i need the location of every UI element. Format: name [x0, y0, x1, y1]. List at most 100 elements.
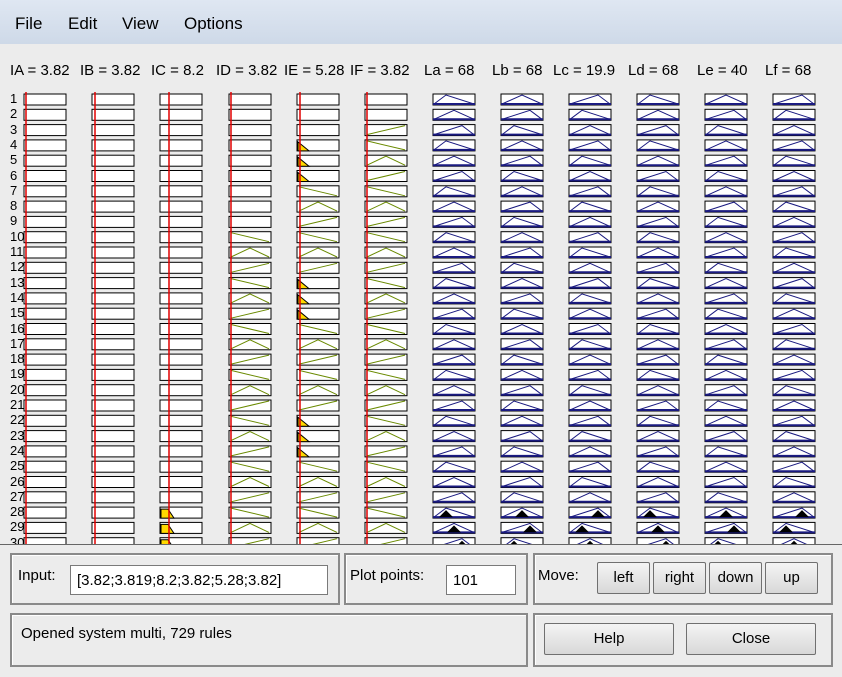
rule-cell — [296, 108, 340, 121]
rule-cell — [23, 323, 67, 335]
rule-cell — [91, 185, 135, 198]
rule-cell — [159, 277, 203, 290]
rule-cell — [296, 521, 340, 534]
rule-cell — [23, 445, 67, 458]
rule-cell — [91, 353, 135, 366]
rule-cell — [91, 154, 135, 167]
rule-cell — [159, 154, 203, 167]
rule-cell — [91, 414, 135, 427]
rule-cell — [364, 476, 408, 488]
rule-cell — [91, 476, 135, 488]
move-label: Move: — [538, 567, 579, 584]
menu-file[interactable]: File — [15, 14, 42, 34]
rule-cell — [364, 521, 408, 534]
rule-cell — [159, 338, 203, 351]
rule-cell — [23, 460, 67, 473]
rule-cell — [228, 521, 272, 534]
rule-cell — [228, 430, 272, 443]
rule-cell — [91, 108, 135, 121]
rule-cell — [23, 154, 67, 167]
rule-cell — [91, 430, 135, 443]
rule-cell — [23, 353, 67, 366]
rule-cell — [91, 491, 135, 504]
rule-cell — [23, 292, 67, 305]
rule-cell — [91, 200, 135, 213]
rule-cell — [23, 307, 67, 320]
rule-cell — [228, 93, 272, 106]
menu-options[interactable]: Options — [184, 14, 243, 34]
move-up-button[interactable]: up — [765, 562, 818, 594]
rule-viewer-plot: IA = 3.82 IB = 3.82 IC = 8.2 ID = 3.82 I… — [0, 44, 842, 544]
rule-cell — [159, 414, 203, 427]
rule-cell — [91, 521, 135, 534]
rule-cell — [228, 108, 272, 121]
plot-points-field[interactable] — [446, 565, 516, 595]
rule-cell — [23, 430, 67, 443]
plot-points-label: Plot points: — [350, 567, 425, 584]
rule-cell — [91, 292, 135, 305]
rule-cell — [23, 139, 67, 152]
rule-cell — [23, 200, 67, 213]
rule-cell — [91, 261, 135, 274]
menu-view[interactable]: View — [122, 14, 159, 34]
rule-cell — [296, 476, 340, 488]
rule-cell — [296, 246, 340, 259]
rule-cell — [228, 200, 272, 213]
rule-cell — [91, 215, 135, 228]
menu-edit[interactable]: Edit — [68, 14, 97, 34]
rule-cell — [159, 215, 203, 228]
rule-cell — [23, 124, 67, 137]
rule-cell — [23, 476, 67, 488]
rule-cell — [91, 445, 135, 458]
rule-cell — [159, 185, 203, 198]
rule-cell — [159, 246, 203, 259]
rule-cell — [159, 491, 203, 504]
rule-cell — [364, 108, 408, 121]
rule-cell — [364, 292, 408, 305]
rule-cell — [228, 476, 272, 488]
rule-cell — [91, 139, 135, 152]
rule-cell — [364, 246, 408, 259]
rule-cell — [228, 139, 272, 152]
rule-cell — [159, 170, 203, 182]
status-text: Opened system multi, 729 rules — [21, 625, 232, 642]
rule-cell — [159, 353, 203, 366]
rule-cell — [364, 93, 408, 106]
rule-cell — [91, 93, 135, 106]
rule-cell — [228, 185, 272, 198]
rule-cell — [228, 215, 272, 228]
rule-cell — [228, 246, 272, 259]
rule-cell — [91, 368, 135, 381]
rule-cell — [159, 307, 203, 320]
rule-cell — [228, 292, 272, 305]
rule-cell — [364, 154, 408, 167]
rule-cell — [23, 170, 67, 182]
rule-cell — [91, 506, 135, 519]
rule-cell — [159, 460, 203, 473]
rule-cell — [23, 368, 67, 381]
rule-cell — [91, 231, 135, 244]
menu-bar: File Edit View Options — [0, 0, 842, 45]
rule-cell — [159, 139, 203, 152]
move-right-button[interactable]: right — [653, 562, 706, 594]
rule-cell — [91, 277, 135, 290]
input-label: Input: — [18, 567, 56, 584]
rule-cell — [228, 124, 272, 137]
rule-cell — [91, 460, 135, 473]
rule-cell — [159, 399, 203, 412]
move-down-button[interactable]: down — [709, 562, 762, 594]
rule-cell — [159, 124, 203, 137]
input-field[interactable] — [70, 565, 328, 595]
rule-cell — [159, 445, 203, 458]
rule-cell — [296, 124, 340, 137]
close-button[interactable]: Close — [686, 623, 816, 655]
rule-cell — [228, 154, 272, 167]
rule-cell — [23, 261, 67, 274]
move-left-button[interactable]: left — [597, 562, 650, 594]
rule-cell — [159, 108, 203, 121]
help-button[interactable]: Help — [544, 623, 674, 655]
rule-cell — [23, 491, 67, 504]
rule-cell — [159, 384, 203, 397]
rule-grid — [23, 92, 816, 544]
rule-cell — [159, 231, 203, 244]
